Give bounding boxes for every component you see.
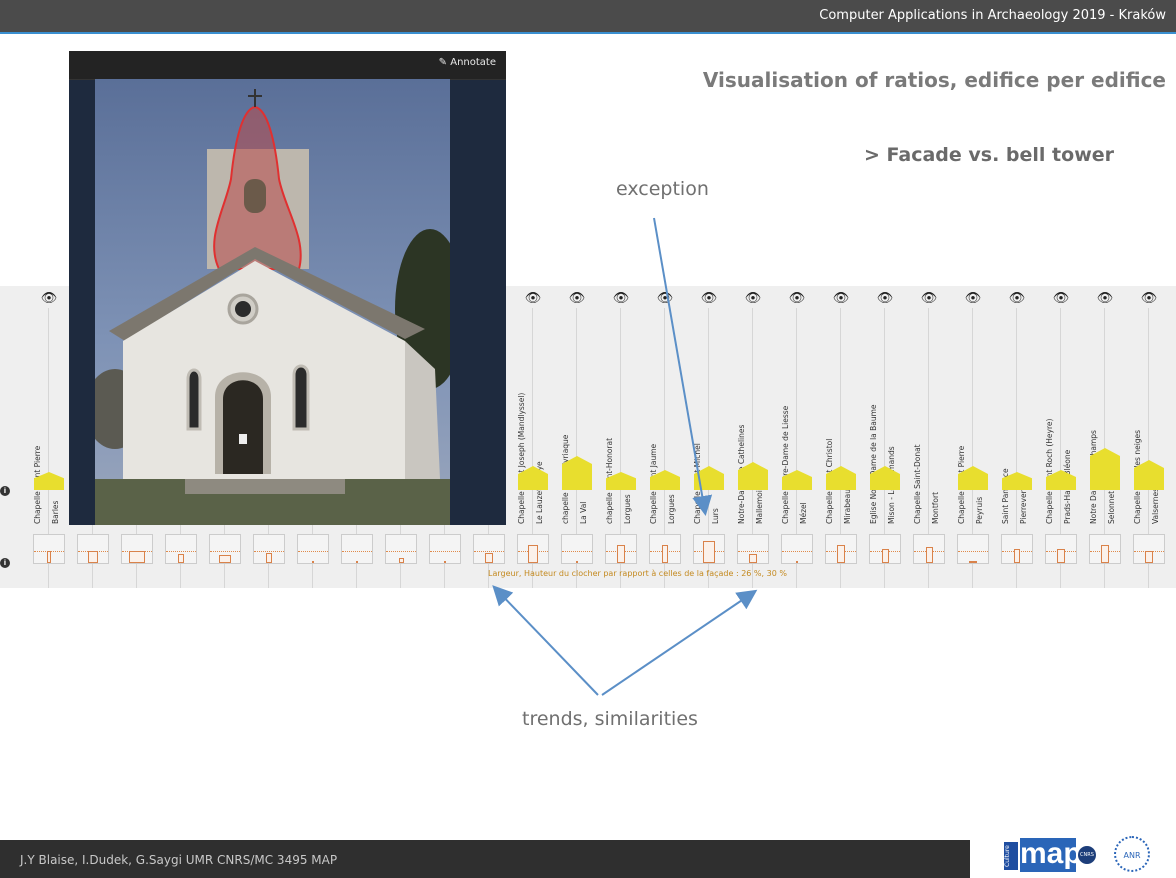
arrow-trend-left (492, 585, 599, 696)
cnrs-logo: CNRS (1078, 846, 1096, 864)
arrow-trend-right (601, 589, 758, 696)
arrow-exception (653, 217, 713, 516)
note-trends: trends, similarities (522, 708, 698, 730)
footer-bar: J.Y Blaise, I.Dudek, G.Saygi UMR CNRS/MC… (0, 840, 970, 878)
annotation-arrows (492, 217, 758, 696)
map-logo: map (1020, 837, 1082, 872)
logos: Culture map CNRS ANR (1004, 836, 1174, 876)
anr-logo: ANR (1114, 836, 1150, 872)
culture-logo: Culture (1004, 842, 1018, 870)
footer-authors: J.Y Blaise, I.Dudek, G.Saygi UMR CNRS/MC… (20, 853, 338, 867)
